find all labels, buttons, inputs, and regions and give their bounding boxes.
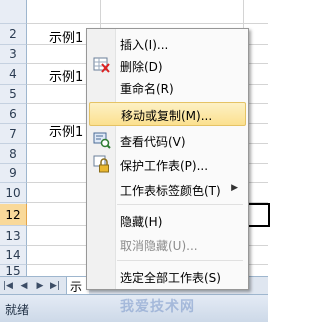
row-header-7[interactable]: 7 [0,124,27,144]
row-header-top[interactable] [0,0,27,24]
row-header-14[interactable]: 14 [0,246,27,265]
sheet-tab-label: 示 [70,280,83,294]
menu-item-label: 取消隐藏(U)... [120,239,198,253]
last-sheet-icon[interactable]: ▶| [50,280,60,292]
menu-item-label: 插入(I)... [120,38,169,52]
row-header-4[interactable]: 4 [0,64,27,85]
delete-sheet-icon [93,57,110,73]
prev-sheet-icon[interactable]: ◀ [19,280,29,292]
row-header-3[interactable]: 3 [0,45,27,64]
menu-item-tab-color[interactable]: 工作表标签颜色(T) ▶ [89,178,246,200]
row-header-10[interactable]: 10 [0,183,27,203]
menu-item-label: 查看代码(V) [120,135,186,149]
menu-separator [117,260,243,261]
row-header-8[interactable]: 8 [0,144,27,164]
menu-item-label: 选定全部工作表(S) [120,271,221,285]
menu-item-label: 移动或复制(M)... [121,109,213,123]
row-header-12[interactable]: 12 [0,204,27,226]
row-header-6[interactable]: 6 [0,104,27,124]
menu-item-unhide: 取消隐藏(U)... [89,233,246,255]
next-sheet-icon[interactable]: ▶ [35,280,45,292]
menu-item-move-copy[interactable]: 移动或复制(M)... [89,102,246,126]
menu-item-select-all-sheets[interactable]: 选定全部工作表(S) [89,265,246,287]
submenu-arrow-icon: ▶ [231,183,238,193]
cell-b4[interactable]: 示例1 [49,66,83,85]
menu-item-rename[interactable]: 重命名(R) [89,76,246,98]
menu-item-label: 重命名(R) [120,82,174,96]
menu-item-label: 工作表标签颜色(T) [120,184,221,198]
cell-b2[interactable]: 示例1 [49,27,83,46]
row-header-9[interactable]: 9 [0,164,27,183]
row-header-5[interactable]: 5 [0,85,27,104]
view-code-icon [93,132,111,149]
protect-sheet-icon [93,155,109,173]
gridline [27,23,268,24]
sheet-tab-context-menu: 插入(I)... 删除(D) 重命名(R) 移动或复制(M)... 查看代码(V… [86,28,249,290]
menu-item-insert[interactable]: 插入(I)... [89,32,246,54]
row-header-2[interactable]: 2 [0,24,27,45]
menu-item-label: 隐藏(H) [120,215,163,229]
status-text: 就绪 [5,303,30,317]
row-header-13[interactable]: 13 [0,226,27,246]
first-sheet-icon[interactable]: |◀ [3,280,13,292]
menu-item-delete[interactable]: 删除(D) [89,54,246,76]
cell-b7[interactable]: 示例1 [49,121,83,140]
watermark: 我爱技术网 [120,299,195,315]
menu-item-label: 删除(D) [120,60,163,74]
menu-item-label: 保护工作表(P)... [120,159,209,173]
menu-separator [117,204,243,205]
menu-item-hide[interactable]: 隐藏(H) [89,209,246,231]
menu-item-protect-sheet[interactable]: 保护工作表(P)... [89,153,246,175]
menu-item-view-code[interactable]: 查看代码(V) [89,129,246,151]
